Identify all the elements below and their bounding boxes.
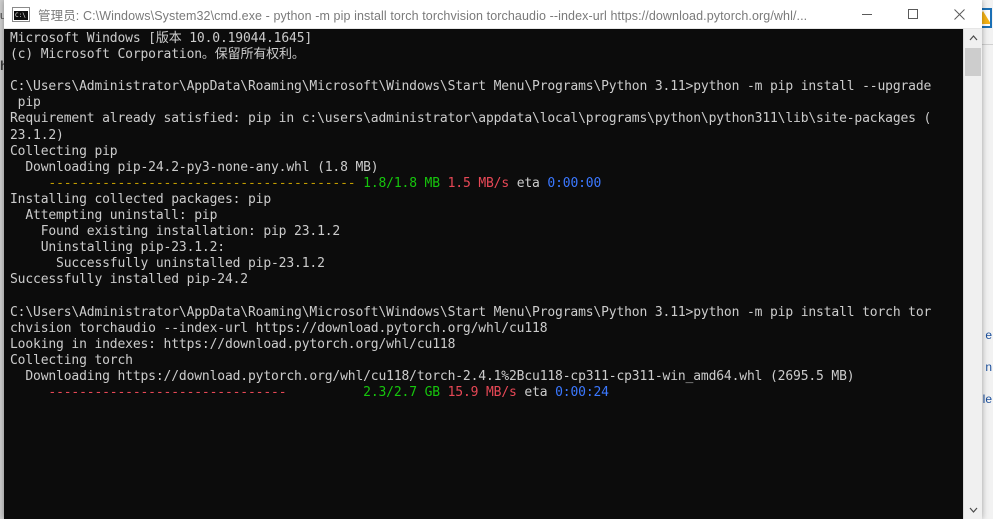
console-text-segment: Uninstalling pip-23.1.2: — [10, 240, 225, 256]
chevron-up-icon — [969, 35, 977, 41]
minimize-button[interactable] — [844, 0, 890, 28]
console-line: Downloading pip-24.2-py3-none-any.whl (1… — [10, 160, 962, 176]
scroll-up-button[interactable] — [964, 29, 982, 47]
maximize-button[interactable] — [890, 0, 936, 28]
cmd-console-window: C:\ 管理员: C:\Windows\System32\cmd.exe - p… — [4, 0, 982, 519]
window-title: 管理员: C:\Windows\System32\cmd.exe - pytho… — [38, 8, 808, 23]
console-text-segment: Installing collected packages: pip — [10, 191, 272, 207]
scrollbar-thumb[interactable] — [965, 48, 981, 76]
console-line: Successfully installed pip-24.2 — [10, 272, 962, 288]
background-text-fragment: le — [982, 392, 992, 406]
console-line: Successfully uninstalled pip-23.1.2 — [10, 256, 962, 272]
console-line: 23.1.2) — [10, 128, 962, 144]
console-text-segment: Downloading https://download.pytorch.org… — [10, 368, 855, 384]
console-line: ------------------------------- 2.3/2.7 … — [10, 385, 962, 401]
console-line: Collecting pip — [10, 144, 962, 160]
console-text-segment: C:\Users\Administrator\AppData\Roaming\M… — [10, 304, 932, 320]
console-line: chvision torchaudio --index-url https://… — [10, 321, 962, 337]
console-line: Found existing installation: pip 23.1.2 — [10, 224, 962, 240]
console-text-segment: ------------------------------- — [48, 385, 287, 401]
background-text-fragment: e — [985, 328, 992, 342]
console-text-segment: 2.3/2.7 GB — [363, 385, 440, 401]
console-line: Attempting uninstall: pip — [10, 208, 962, 224]
console-text-segment: 1.8/1.8 MB — [363, 175, 440, 191]
console-text-segment: (c) Microsoft Corporation。保留所有权利。 — [10, 47, 305, 63]
console-text-segment: Microsoft Windows [版本 10.0.19044.1645] — [10, 31, 313, 46]
background-text-fragment: n — [985, 360, 992, 374]
console-line: Collecting torch — [10, 353, 962, 369]
console-text-segment: 23.1.2) — [10, 127, 64, 143]
console-text-segment: eta — [516, 385, 556, 401]
console-line: Installing collected packages: pip — [10, 192, 962, 208]
console-text-segment: chvision torchaudio --index-url https://… — [10, 320, 548, 336]
scroll-down-button[interactable] — [964, 501, 982, 519]
console-text-segment — [440, 176, 448, 191]
title-bar[interactable]: C:\ 管理员: C:\Windows\System32\cmd.exe - p… — [4, 0, 982, 29]
console-text-segment: Collecting torch — [10, 352, 133, 368]
console-text-segment — [10, 385, 48, 400]
console-text-segment — [286, 385, 363, 400]
console-output-area[interactable]: Microsoft Windows [版本 10.0.19044.1645] (c… — [4, 29, 982, 519]
console-text-segment: Requirement already satisfied: pip in c:… — [10, 111, 932, 127]
console-text-segment: Found existing installation: pip 23.1.2 — [10, 224, 341, 240]
console-text-segment: 1.5 MB/s — [447, 175, 510, 191]
minimize-icon — [862, 14, 872, 15]
close-button[interactable] — [936, 0, 982, 28]
console-text-segment — [10, 176, 48, 191]
console-line: C:\Users\Administrator\AppData\Roaming\M… — [10, 79, 962, 95]
console-text-segment — [440, 385, 448, 400]
console-text-segment: eta — [509, 175, 548, 191]
console-line: ----------------------------------------… — [10, 176, 962, 192]
console-text: Microsoft Windows [版本 10.0.19044.1645] (c… — [10, 31, 962, 401]
console-line: Uninstalling pip-23.1.2: — [10, 240, 962, 256]
console-text-segment: Looking in indexes: https://download.pyt… — [10, 336, 456, 352]
chevron-down-icon — [969, 507, 977, 513]
console-text-segment: ---------------------------------------- — [48, 175, 364, 191]
console-line: C:\Users\Administrator\AppData\Roaming\M… — [10, 305, 962, 321]
console-line: Microsoft Windows [版本 10.0.19044.1645] — [10, 31, 962, 47]
console-text-segment: 0:00:00 — [547, 175, 602, 191]
console-text-segment: 15.9 MB/s — [447, 385, 517, 401]
console-text-segment: Attempting uninstall: pip — [10, 208, 218, 224]
console-scrollbar[interactable] — [963, 29, 982, 519]
console-text-segment: Successfully uninstalled pip-23.1.2 — [10, 256, 325, 272]
close-icon — [953, 8, 965, 20]
console-line: Looking in indexes: https://download.pyt… — [10, 337, 962, 353]
console-text-segment: Downloading pip-24.2-py3-none-any.whl (1… — [10, 159, 379, 175]
console-line: (c) Microsoft Corporation。保留所有权利。 — [10, 47, 962, 63]
console-text-segment: Collecting pip — [10, 143, 118, 159]
console-text-segment: 0:00:24 — [555, 385, 609, 401]
console-text-segment: pip — [10, 95, 41, 111]
console-text-segment: Successfully installed pip-24.2 — [10, 272, 248, 288]
console-line: pip — [10, 95, 962, 111]
cmd-console-icon: C:\ — [12, 6, 30, 22]
console-line: Requirement already satisfied: pip in c:… — [10, 111, 962, 127]
console-line: Downloading https://download.pytorch.org… — [10, 369, 962, 385]
cmd-console-icon-text: C:\ — [14, 10, 28, 20]
maximize-icon — [908, 9, 918, 19]
console-text-segment: C:\Users\Administrator\AppData\Roaming\M… — [10, 79, 932, 95]
